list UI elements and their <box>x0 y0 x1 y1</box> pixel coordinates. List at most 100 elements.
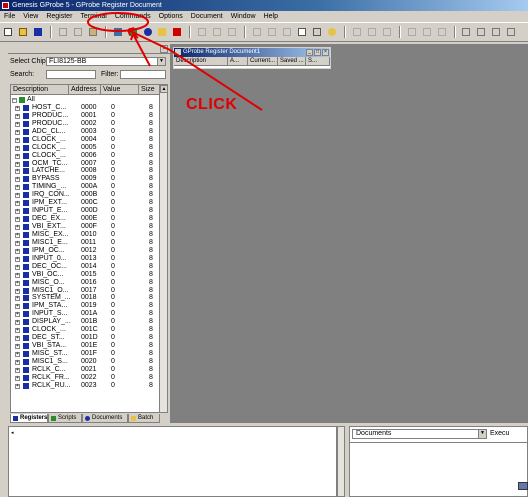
table-row[interactable]: + VBI_STA... 001E 0 8 <box>11 342 161 350</box>
menu-options[interactable]: Options <box>155 11 187 23</box>
column-value[interactable]: Value <box>101 85 139 95</box>
column-size[interactable]: Size <box>139 85 161 95</box>
table-row[interactable]: + DEC_ST... 001D 0 8 <box>11 334 161 342</box>
step-out-icon[interactable] <box>505 26 517 38</box>
expand-icon[interactable]: + <box>15 336 20 342</box>
collapse-icon[interactable]: − <box>12 98 17 103</box>
chevron-down-icon[interactable]: ▼ <box>157 58 165 65</box>
table-row[interactable]: + LATCHE... 0008 0 8 <box>11 167 161 175</box>
expand-icon[interactable]: + <box>15 256 20 262</box>
expand-icon[interactable]: + <box>15 161 20 167</box>
table-row[interactable]: + PRODUC... 0001 0 8 <box>11 112 161 120</box>
maximize-icon[interactable]: □ <box>314 49 321 56</box>
bracket-icon[interactable] <box>226 26 238 38</box>
column-description[interactable]: Description <box>11 85 69 95</box>
open-icon[interactable] <box>17 26 29 38</box>
table-row[interactable]: + IPM_EXT... 000C 0 8 <box>11 199 161 207</box>
expand-icon[interactable]: + <box>15 177 20 183</box>
delete-icon[interactable] <box>281 26 293 38</box>
expand-icon[interactable]: + <box>15 320 20 326</box>
expand-icon[interactable]: + <box>15 312 20 318</box>
register-tree[interactable]: Description Address Value Size − All + HO… <box>10 84 168 413</box>
column-current[interactable]: Current... <box>248 57 278 66</box>
edit-icon[interactable] <box>251 26 263 38</box>
step-icon[interactable] <box>460 26 472 38</box>
expand-icon[interactable]: + <box>15 296 20 302</box>
expand-icon[interactable]: + <box>15 185 20 191</box>
table-row[interactable]: + OCM_TC... 0007 0 8 <box>11 160 161 168</box>
menu-terminal[interactable]: Terminal <box>76 11 110 23</box>
column-saved[interactable]: Saved ... <box>278 57 306 66</box>
replace-icon[interactable] <box>421 26 433 38</box>
filter-input[interactable] <box>120 70 166 79</box>
expand-icon[interactable]: + <box>15 193 20 199</box>
child-title-bar[interactable]: GProbe Register Document1 _ □ × <box>174 48 330 57</box>
column-s[interactable]: S... <box>306 57 330 66</box>
tree-root[interactable]: − All <box>11 96 161 104</box>
expand-icon[interactable]: + <box>15 145 20 151</box>
table-row[interactable]: + MISC_O... 0016 0 8 <box>11 279 161 287</box>
table-row[interactable]: + INPUT_E... 000D 0 8 <box>11 207 161 215</box>
step-over-icon[interactable] <box>475 26 487 38</box>
expand-icon[interactable]: + <box>15 240 20 246</box>
copy-icon[interactable] <box>72 26 84 38</box>
find-icon[interactable] <box>406 26 418 38</box>
search-input[interactable] <box>46 70 96 79</box>
command-pane[interactable]: Documents ▼ Execu <box>349 426 528 497</box>
document-select[interactable]: Documents ▼ <box>352 429 487 439</box>
paragraph-icon[interactable] <box>266 26 278 38</box>
table-row[interactable]: + VBI_OC... 0015 0 8 <box>11 271 161 279</box>
expand-icon[interactable]: + <box>15 217 20 223</box>
expand-icon[interactable]: + <box>15 137 20 143</box>
table-row[interactable]: + IPM_STA... 0019 0 8 <box>11 302 161 310</box>
expand-icon[interactable]: + <box>15 359 20 365</box>
cut-icon[interactable] <box>57 26 69 38</box>
tab-scripts[interactable]: Scripts <box>48 414 82 423</box>
execute-button[interactable]: Execu <box>490 429 528 439</box>
expand-icon[interactable]: + <box>15 352 20 357</box>
table-row[interactable]: + BYPASS 0009 0 8 <box>11 175 161 183</box>
table-row[interactable]: + MISC1_E... 0011 0 8 <box>11 239 161 247</box>
tree-scrollbar[interactable]: ▲ <box>159 85 167 412</box>
undo-icon[interactable] <box>366 26 378 38</box>
table-row[interactable]: + IRQ_CON... 000B 0 8 <box>11 191 161 199</box>
help-icon[interactable] <box>326 26 338 38</box>
grid-icon[interactable] <box>196 26 208 38</box>
table-row[interactable]: + RCLK_FR... 0022 0 8 <box>11 374 161 382</box>
table-row[interactable]: + TIMING_... 000A 0 8 <box>11 183 161 191</box>
menu-view[interactable]: View <box>19 11 42 23</box>
info-icon[interactable] <box>142 26 154 38</box>
column-address[interactable]: Address <box>69 85 101 95</box>
tab-batch[interactable]: Batch <box>128 414 160 423</box>
menu-file[interactable]: File <box>0 11 19 23</box>
expand-icon[interactable]: + <box>15 264 20 270</box>
table-row[interactable]: + MISC1_O... 0017 0 8 <box>11 287 161 295</box>
dialog-icon[interactable] <box>311 26 323 38</box>
table-row[interactable]: + MISC1_S... 0020 0 8 <box>11 358 161 366</box>
table-row[interactable]: + MISC_ST... 001F 0 8 <box>11 350 161 358</box>
column-description[interactable]: Description <box>174 57 228 66</box>
minimize-icon[interactable]: _ <box>306 49 313 56</box>
list-icon[interactable] <box>211 26 223 38</box>
table-row[interactable]: + HOST_C... 0000 0 8 <box>11 104 161 112</box>
expand-icon[interactable]: + <box>15 383 20 389</box>
output-pane[interactable]: ◂ <box>8 426 337 497</box>
tab-documents[interactable]: Documents <box>82 414 128 423</box>
table-row[interactable]: + VBI_EXT... 000F 0 8 <box>11 223 161 231</box>
chevron-down-icon[interactable]: ▼ <box>478 430 486 438</box>
menu-window[interactable]: Window <box>227 11 260 23</box>
expand-icon[interactable]: + <box>15 248 20 254</box>
expand-icon[interactable]: + <box>15 121 20 127</box>
expand-icon[interactable]: + <box>15 328 20 334</box>
menu-help[interactable]: Help <box>260 11 282 23</box>
register-icon[interactable] <box>112 26 124 38</box>
expand-icon[interactable]: + <box>15 105 20 111</box>
script-icon[interactable] <box>127 26 139 38</box>
expand-icon[interactable]: + <box>15 344 20 350</box>
expand-icon[interactable]: + <box>15 280 20 286</box>
play-icon[interactable] <box>351 26 363 38</box>
expand-icon[interactable]: + <box>15 201 20 207</box>
table-row[interactable]: + CLOCK_... 0005 0 8 <box>11 144 161 152</box>
table-row[interactable]: + RCLK_C... 0021 0 8 <box>11 366 161 374</box>
menu-document[interactable]: Document <box>187 11 227 23</box>
